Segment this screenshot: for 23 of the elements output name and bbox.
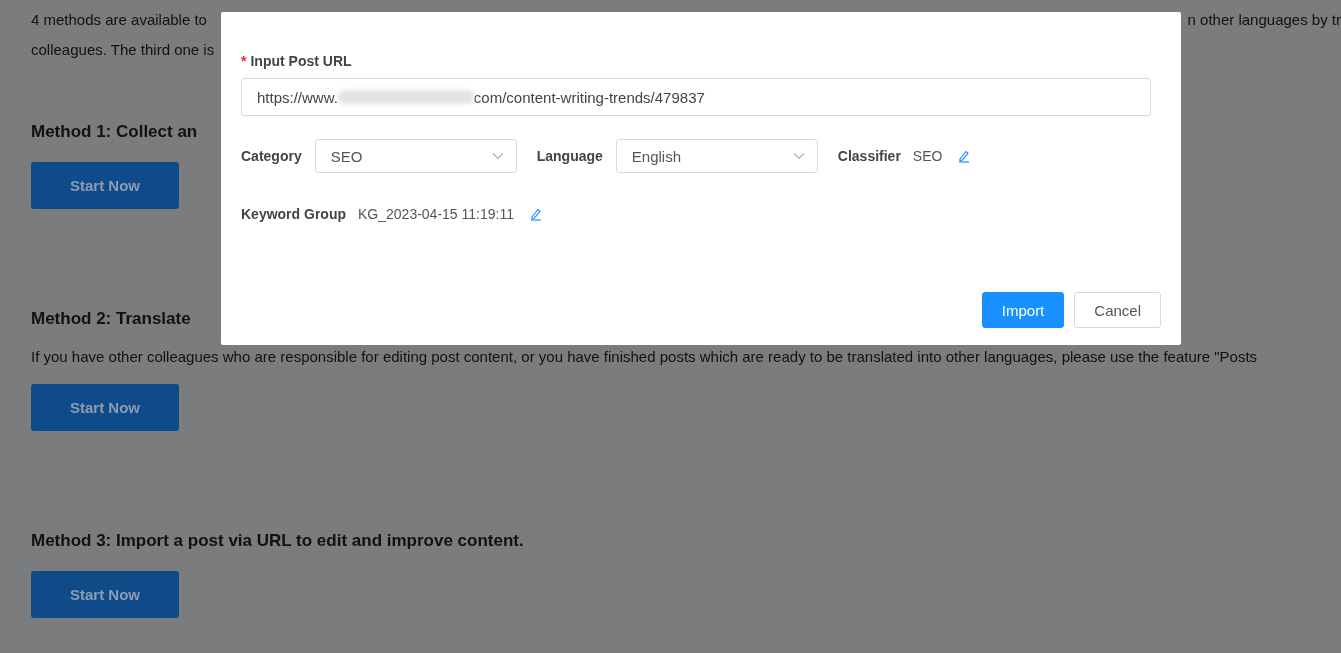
field-label: Input Post URL [250,53,352,69]
url-input-field[interactable]: https://www. com/content-writing-trends/479837 [241,78,1151,116]
cancel-button[interactable]: Cancel [1074,292,1161,328]
category-select[interactable]: SEO [314,139,517,173]
method-heading: Method 1: Collect an [31,121,198,143]
chevron-down-icon [792,152,805,160]
method-description: If you have other colleagues who are responsible for editing post content, or you have finished posts which are ready to be translated into other languages, please use the feature "Posts [31,347,1258,367]
intro-text: 4 methods are available to [31,10,207,30]
edit-icon[interactable] [528,207,543,221]
field-label: Category [241,148,302,164]
required-mark: * [241,53,247,69]
classifier-value: SEO [912,148,943,164]
field-label: Classifier [837,148,901,164]
method-heading: Method 2: Translate [31,308,191,330]
field-label: Language [536,148,603,164]
keyword-group-value: KG_2023-04-15 11:19:11 [358,206,514,222]
language-select[interactable]: English [615,139,818,173]
intro-text: n other languages by tr [1187,10,1341,30]
edit-icon[interactable] [957,149,972,163]
chevron-down-icon [491,152,504,160]
intro-text: colleagues. The third one is [31,40,215,60]
field-label: Keyword Group [241,206,346,222]
method-heading: Method 3: Import a post via URL to edit and improve content. [31,530,524,552]
